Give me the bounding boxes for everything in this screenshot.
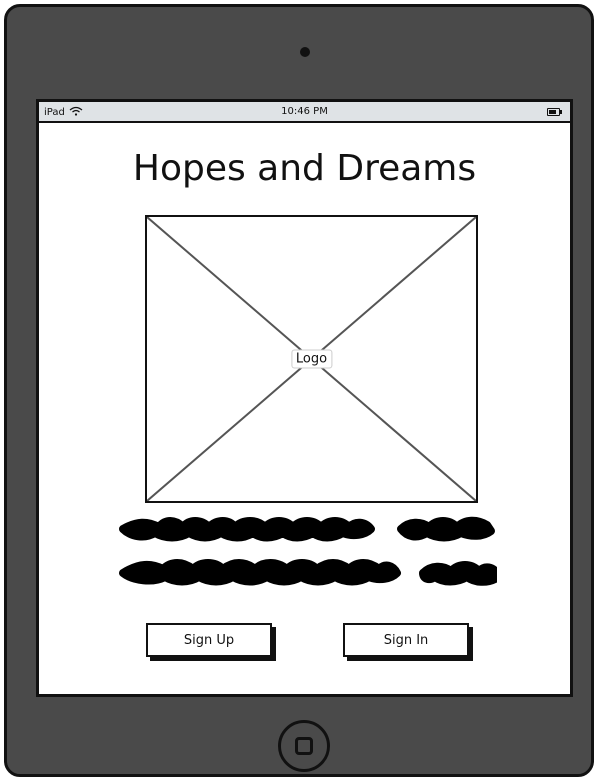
status-time: 10:46 PM	[281, 106, 328, 117]
home-button-icon[interactable]	[278, 720, 330, 772]
logo-label: Logo	[290, 349, 333, 369]
page-title: Hopes and Dreams	[132, 148, 477, 189]
tablet-device-frame: iPad 10:46 PM Hopes and Dreams Logo Sign…	[4, 4, 594, 777]
battery-icon	[547, 108, 562, 116]
logo-image-placeholder: Logo	[145, 215, 478, 503]
sign-in-button[interactable]: Sign In	[343, 623, 469, 657]
camera-icon	[300, 47, 310, 57]
sign-up-button[interactable]: Sign Up	[146, 623, 272, 657]
tablet-screen: iPad 10:46 PM Hopes and Dreams Logo Sign…	[36, 99, 573, 697]
status-bar: iPad 10:46 PM	[39, 102, 570, 123]
home-square-icon	[295, 737, 313, 755]
scribble-text-placeholder	[119, 516, 497, 586]
